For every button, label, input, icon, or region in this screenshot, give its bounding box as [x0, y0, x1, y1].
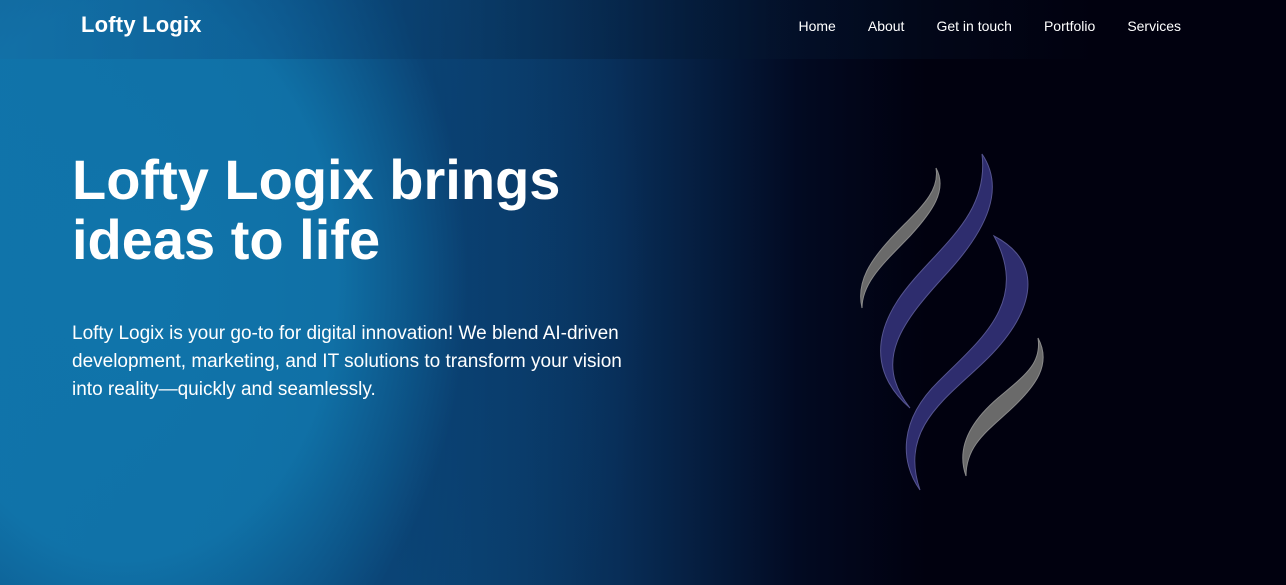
- nav-link-about[interactable]: About: [868, 18, 905, 34]
- hero-headline: Lofty Logix brings ideas to life: [72, 148, 561, 271]
- top-navigation-bar: Lofty Logix Home About Get in touch Port…: [0, 0, 1286, 59]
- nav-link-get-in-touch[interactable]: Get in touch: [936, 18, 1012, 34]
- nav-item-services: Services: [1127, 18, 1181, 36]
- nav-link-home[interactable]: Home: [799, 18, 836, 34]
- nav-item-home: Home: [799, 18, 836, 36]
- brand-logo-link[interactable]: Lofty Logix: [81, 12, 202, 38]
- flame-swirl-logo-icon: [860, 153, 1044, 491]
- nav-item-get-in-touch: Get in touch: [936, 18, 1012, 36]
- nav-item-about: About: [868, 18, 905, 36]
- hero-description: Lofty Logix is your go-to for digital in…: [72, 323, 622, 400]
- nav-menu: Home About Get in touch Portfolio Servic…: [799, 18, 1182, 36]
- hero-background: [0, 0, 1286, 585]
- nav-link-portfolio[interactable]: Portfolio: [1044, 18, 1095, 34]
- nav-link-services[interactable]: Services: [1127, 18, 1181, 34]
- nav-item-portfolio: Portfolio: [1044, 18, 1095, 36]
